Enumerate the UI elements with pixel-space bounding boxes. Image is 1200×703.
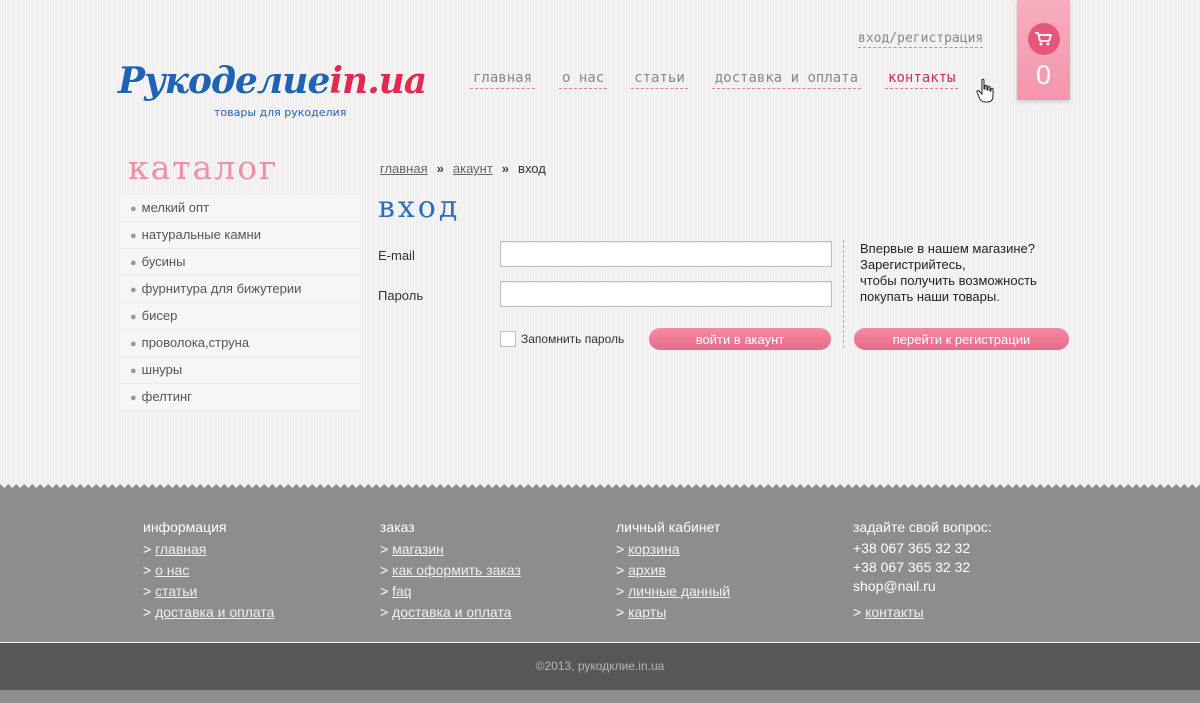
nav-home[interactable]: главная	[470, 70, 536, 89]
footer-link[interactable]: как оформить заказ	[392, 562, 521, 578]
breadcrumb-separator: »	[501, 161, 510, 176]
email-label: E-mail	[378, 248, 415, 263]
footer-link[interactable]: доставка и оплата	[155, 604, 274, 620]
bullet-icon: ●	[130, 230, 137, 242]
footer-column-account: личный кабинет > корзина > архив > личны…	[616, 519, 731, 620]
footer-zigzag-edge	[0, 484, 1200, 492]
footer-link[interactable]: карты	[628, 604, 666, 620]
email-field[interactable]	[500, 241, 832, 267]
footer-column-contact: задайте свой вопрос: +38 067 365 32 32 +…	[853, 519, 992, 620]
footer-column-title: задайте свой вопрос:	[853, 519, 992, 535]
catalog-item[interactable]: ● проволока,струна	[120, 330, 360, 357]
footer-phone: +38 067 365 32 32	[853, 559, 971, 575]
register-line: чтобы получить возможность	[860, 273, 1037, 288]
bottom-strip	[0, 690, 1200, 703]
breadcrumb-account[interactable]: акаунт	[453, 161, 493, 176]
catalog-item[interactable]: ● бисер	[120, 303, 360, 330]
footer-link[interactable]: архив	[628, 562, 666, 578]
footer-contacts-link[interactable]: контакты	[865, 604, 924, 620]
footer-link[interactable]: корзина	[628, 541, 679, 557]
footer-link[interactable]: магазин	[392, 541, 444, 557]
footer-column-info: информация > главная > о нас > статьи > …	[143, 519, 275, 620]
main-nav: главная о нас статьи доставка и оплата к…	[470, 70, 982, 89]
footer-column-title: информация	[143, 519, 227, 535]
catalog-item[interactable]: ● шнуры	[120, 357, 360, 384]
password-field[interactable]	[500, 281, 832, 307]
cart-widget[interactable]: 0	[1017, 0, 1070, 100]
breadcrumb: главная » акаунт » вход	[380, 161, 546, 176]
login-button[interactable]: войти в акаунт	[649, 328, 831, 350]
page-title: вход	[378, 190, 461, 225]
logo-tagline: товары для рукоделия	[214, 106, 347, 119]
register-line: Зарегистрийтесь,	[860, 257, 966, 272]
register-line: Впервые в нашем магазине?	[860, 241, 1035, 256]
breadcrumb-separator: »	[436, 161, 444, 176]
cart-count: 0	[1035, 60, 1052, 90]
nav-about[interactable]: о нас	[559, 70, 608, 89]
nav-articles[interactable]: статьи	[631, 70, 688, 89]
nav-delivery[interactable]: доставка и оплата	[711, 70, 862, 89]
footer-column-order: заказ > магазин > как оформить заказ > f…	[380, 519, 521, 620]
go-to-register-button[interactable]: перейти к регистрации	[854, 328, 1069, 350]
footer-column-title: заказ	[380, 519, 415, 535]
breadcrumb-home[interactable]: главная	[380, 161, 428, 176]
catalog-title: каталог	[128, 148, 279, 187]
copyright-text: ©2013, рукодклие.in.ua	[535, 659, 665, 673]
footer-link[interactable]: личные данный	[628, 583, 730, 599]
bullet-icon: ●	[130, 311, 137, 323]
catalog-item[interactable]: ● мелкий опт	[120, 195, 360, 222]
footer-link[interactable]: статьи	[155, 583, 197, 599]
bullet-icon: ●	[130, 203, 137, 215]
catalog-item[interactable]: ● фелтинг	[120, 384, 360, 411]
footer-link[interactable]: faq	[392, 583, 411, 599]
bullet-icon: ●	[130, 365, 137, 377]
footer-link[interactable]: доставка и оплата	[392, 604, 511, 620]
footer-link[interactable]: о нас	[155, 562, 189, 578]
register-prompt: Впервые в нашем магазине? Зарегистрийтес…	[860, 241, 1037, 305]
footer-column-title: личный кабинет	[616, 519, 721, 535]
footer: информация > главная > о нас > статьи > …	[0, 484, 1200, 642]
catalog-item[interactable]: ● натуральные камни	[120, 222, 360, 249]
remember-label: Запомнить пароль	[521, 332, 625, 346]
site-logo[interactable]: Рукоделиеin.ua товары для рукоделия	[118, 60, 427, 135]
catalog-item[interactable]: ● бусины	[120, 249, 360, 276]
footer-phone: +38 067 365 32 32	[853, 540, 971, 556]
hand-cursor-icon	[976, 78, 994, 103]
form-divider	[843, 240, 844, 348]
remember-checkbox[interactable]	[500, 331, 516, 347]
footer-link[interactable]: главная	[155, 541, 206, 557]
password-label: Пароль	[378, 288, 424, 303]
logo-wordmark: Рукоделиеin.ua	[118, 60, 427, 102]
bullet-icon: ●	[130, 257, 137, 269]
bullet-icon: ●	[130, 284, 137, 296]
login-register-link[interactable]: вход/регистрация	[858, 31, 984, 48]
bullet-icon: ●	[130, 338, 137, 350]
footer-email: shop@nail.ru	[853, 578, 936, 594]
cart-icon	[1028, 23, 1060, 55]
nav-contacts[interactable]: контакты	[885, 70, 959, 89]
bullet-icon: ●	[130, 392, 137, 404]
catalog-list: ● мелкий опт ● натуральные камни ● бусины ●…	[120, 195, 360, 411]
register-line: покупать наши товары.	[860, 289, 1000, 304]
copyright-bar: ©2013, рукодклие.in.ua	[0, 643, 1200, 690]
breadcrumb-current: вход	[518, 161, 546, 176]
remember-me[interactable]: Запомнить пароль	[500, 331, 624, 347]
catalog-item[interactable]: ● фурнитура для бижутерии	[120, 276, 360, 303]
